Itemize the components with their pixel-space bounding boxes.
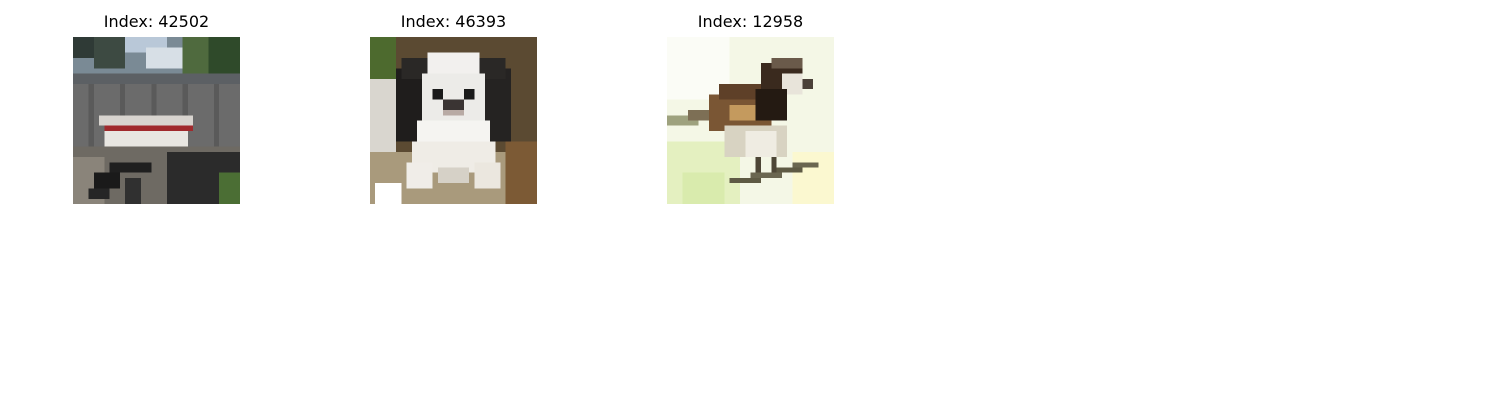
panel-title: Index: 12958 bbox=[697, 12, 804, 31]
panel-title: Index: 42502 bbox=[103, 12, 210, 31]
dog-image bbox=[370, 37, 537, 204]
bird-image bbox=[667, 37, 834, 204]
boat-image bbox=[73, 37, 240, 204]
panel-title: Index: 46393 bbox=[400, 12, 507, 31]
